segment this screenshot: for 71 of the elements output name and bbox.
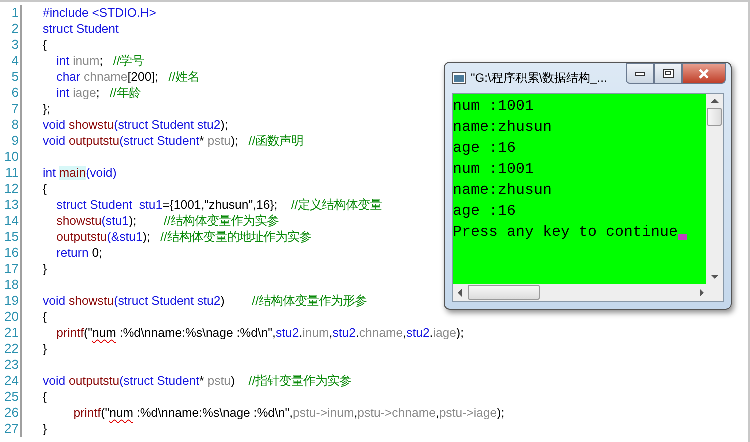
console-line: age :16 — [453, 139, 516, 159]
line-number: 3 — [0, 37, 22, 53]
line-number: 1 — [0, 5, 22, 21]
line-number: 4 — [0, 53, 22, 69]
code-line: void showstu(struct Student stu2) //结构体变量作为形参 — [43, 293, 368, 309]
console-line: num :1001 — [453, 160, 534, 180]
code-line: struct Student — [43, 21, 119, 37]
scroll-thumb[interactable] — [468, 285, 540, 300]
code-line: outputstu(&stu1); //结构体变量的地址作为实参 — [56, 229, 312, 245]
code-line: #include <STDIO.H> — [43, 5, 156, 21]
line-number: 13 — [0, 197, 22, 213]
cursor-icon — [678, 234, 688, 240]
line-number: 7 — [0, 101, 22, 117]
line-number: 6 — [0, 85, 22, 101]
code-line: void outputstu(struct Student* pstu) //指针变量作为实参 — [43, 373, 352, 389]
code-line: int iage; //年龄 — [56, 85, 141, 101]
code-line: int inum; //学号 — [56, 53, 144, 69]
window-title: "G:\程序积累\数据结构_... — [471, 70, 608, 86]
line-number: 8 — [0, 117, 22, 133]
code-line: showstu(stu1); //结构体变量作为实参 — [56, 213, 279, 229]
maximize-button[interactable] — [654, 63, 682, 84]
code-line: { — [43, 389, 48, 405]
console-line: num :1001 — [453, 97, 534, 117]
minimize-button[interactable] — [626, 63, 654, 84]
scroll-right-icon[interactable] — [698, 288, 706, 296]
code-line: } — [43, 341, 48, 357]
maximize-icon — [662, 69, 674, 78]
code-line: struct Student stu1={1001,"zhusun",16}; //定义结构体变量 — [56, 197, 382, 213]
line-number: 21 — [0, 325, 22, 341]
scroll-left-icon[interactable] — [456, 288, 464, 296]
code-line: int main(void) — [43, 165, 117, 181]
line-number: 2 — [0, 21, 22, 37]
code-line: printf("num :%d\nname:%s\nage :%d\n",stu2.inum,stu2.chname,stu2.iage); — [56, 325, 464, 341]
line-number: 24 — [0, 373, 22, 389]
line-number: 5 — [0, 69, 22, 85]
line-number: 18 — [0, 277, 22, 293]
line-number: 23 — [0, 357, 22, 373]
console-line: age :16 — [453, 202, 516, 222]
line-number: 11 — [0, 165, 22, 181]
code-line: void outputstu(struct Student* pstu); //函数声明 — [43, 133, 304, 149]
line-number: 27 — [0, 421, 22, 437]
line-number: 16 — [0, 245, 22, 261]
line-number: 26 — [0, 405, 22, 421]
line-number: 12 — [0, 181, 22, 197]
minimize-icon — [635, 72, 645, 76]
close-button[interactable] — [682, 63, 726, 84]
console-line: Press any key to continue — [453, 223, 678, 243]
code-line: { — [43, 37, 48, 53]
console-icon — [452, 72, 466, 84]
code-line: void showstu(struct Student stu2); — [43, 117, 228, 133]
line-number: 17 — [0, 261, 22, 277]
code-line: { — [43, 181, 48, 197]
line-number: 22 — [0, 341, 22, 357]
code-line: return 0; — [56, 245, 102, 261]
code-line: }; — [43, 101, 51, 117]
code-line: } — [43, 261, 48, 277]
line-number: 15 — [0, 229, 22, 245]
code-line: { — [43, 309, 48, 325]
code-line: char chname[200]; //姓名 — [56, 69, 200, 85]
scroll-thumb[interactable] — [707, 108, 722, 126]
line-number: 10 — [0, 149, 22, 165]
line-number: 19 — [0, 293, 22, 309]
console-line: name:zhusun — [453, 181, 552, 201]
code-line: printf("num :%d\nname:%s\nage :%d\n",pstu->inum,pstu->chname,pstu->iage); — [72, 405, 505, 421]
line-number: 9 — [0, 133, 22, 149]
line-number: 25 — [0, 389, 22, 405]
code-line: } — [43, 421, 48, 437]
close-icon — [698, 68, 710, 78]
line-number: 14 — [0, 213, 22, 229]
console-line: name:zhusun — [453, 118, 552, 138]
line-number: 20 — [0, 309, 22, 325]
